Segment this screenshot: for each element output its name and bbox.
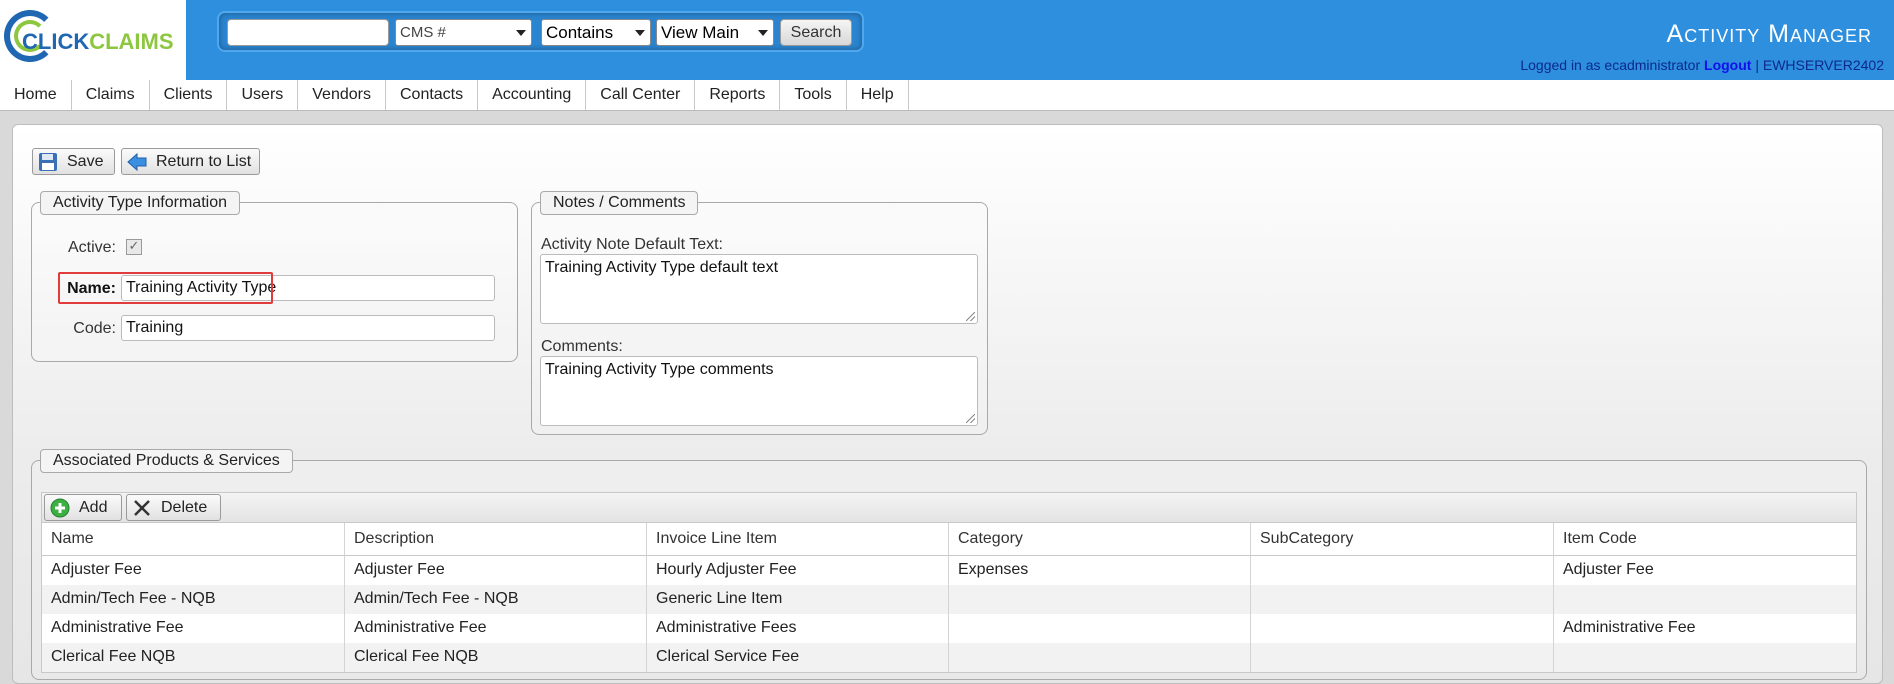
- resize-handle-icon[interactable]: [966, 312, 975, 321]
- code-label: Code:: [73, 320, 116, 337]
- comments-label: Comments:: [541, 338, 623, 355]
- clickclaims-logo[interactable]: CLICKCLAIMS: [0, 0, 186, 80]
- column-header-description[interactable]: Description: [345, 523, 647, 555]
- products-grid: Add Delete Name Description Invoice Line…: [41, 492, 1857, 673]
- nav-accounting[interactable]: Accounting: [478, 80, 587, 110]
- nav-help[interactable]: Help: [847, 80, 909, 110]
- search-match-value: Contains: [546, 23, 614, 42]
- cell-name: Adjuster Fee: [42, 556, 345, 585]
- login-status: Logged in as ecadministrator Logout | EW…: [1520, 57, 1884, 73]
- cell-invoice-line-item: Hourly Adjuster Fee: [647, 556, 949, 585]
- cell-name: Admin/Tech Fee - NQB: [42, 585, 345, 614]
- add-label: Add: [79, 499, 108, 516]
- nav-tools[interactable]: Tools: [780, 80, 847, 110]
- column-header-invoice-line-item[interactable]: Invoice Line Item: [647, 523, 949, 555]
- search-field-value: CMS #: [400, 24, 446, 41]
- code-field[interactable]: Training: [121, 315, 495, 341]
- page-title: Activity Manager: [1666, 20, 1872, 48]
- cell-description: Admin/Tech Fee - NQB: [345, 585, 647, 614]
- cell-category: Expenses: [949, 556, 1251, 585]
- column-header-subcategory[interactable]: SubCategory: [1251, 523, 1554, 555]
- nav-home[interactable]: Home: [0, 80, 72, 110]
- cell-subcategory: [1251, 585, 1554, 614]
- column-header-item-code[interactable]: Item Code: [1554, 523, 1856, 555]
- delete-label: Delete: [161, 499, 208, 516]
- default-text-value: Training Activity Type default text: [545, 259, 779, 276]
- products-legend: Associated Products & Services: [40, 449, 293, 473]
- app-header: CLICKCLAIMS CMS # Contains View Main Sea…: [0, 0, 1894, 80]
- table-row[interactable]: Admin/Tech Fee - NQB Admin/Tech Fee - NQ…: [42, 585, 1856, 614]
- login-separator: |: [1755, 57, 1759, 73]
- nav-claims[interactable]: Claims: [72, 80, 150, 110]
- activity-type-legend: Activity Type Information: [40, 191, 240, 215]
- table-row[interactable]: Administrative Fee Administrative Fee Ad…: [42, 614, 1856, 643]
- plus-circle-icon: [50, 498, 70, 518]
- grid-toolbar: Add Delete: [42, 493, 1856, 523]
- nav-users[interactable]: Users: [227, 80, 299, 110]
- nav-call-center[interactable]: Call Center: [586, 80, 696, 110]
- cell-invoice-line-item: Clerical Service Fee: [647, 643, 949, 672]
- cell-item-code: Adjuster Fee: [1563, 561, 1654, 578]
- nav-clients[interactable]: Clients: [150, 80, 228, 110]
- cell-item-code: Administrative Fee: [1563, 619, 1696, 636]
- cell-name: Administrative Fee: [42, 614, 345, 643]
- return-to-list-button[interactable]: Return to List: [121, 148, 260, 175]
- close-icon: [134, 500, 150, 516]
- active-checkbox[interactable]: ✓: [126, 239, 142, 255]
- grid-header: Name Description Invoice Line Item Categ…: [42, 523, 1856, 556]
- search-field-select[interactable]: CMS #: [395, 19, 532, 46]
- active-label: Active:: [67, 239, 116, 256]
- return-label: Return to List: [156, 153, 252, 170]
- search-view-value: View Main: [661, 23, 740, 42]
- nav-contacts[interactable]: Contacts: [386, 80, 479, 110]
- save-label: Save: [67, 153, 104, 170]
- chevron-down-icon: [516, 30, 526, 36]
- cell-subcategory: [1251, 614, 1554, 643]
- cell-description: Clerical Fee NQB: [345, 643, 647, 672]
- logged-in-user: Logged in as ecadministrator: [1520, 57, 1701, 73]
- delete-button[interactable]: Delete: [126, 494, 221, 521]
- cell-item-code: [1554, 643, 1856, 672]
- logout-link[interactable]: Logout: [1704, 57, 1751, 73]
- chevron-down-icon: [635, 30, 645, 36]
- default-text-area[interactable]: Training Activity Type default text: [540, 254, 978, 324]
- logo-text: CLICKCLAIMS: [22, 29, 174, 54]
- column-header-name[interactable]: Name: [42, 523, 345, 555]
- cell-subcategory: [1251, 643, 1554, 672]
- cell-description: Administrative Fee: [345, 614, 647, 643]
- search-button[interactable]: Search: [780, 19, 852, 46]
- nav-reports[interactable]: Reports: [695, 80, 781, 110]
- chevron-down-icon: [758, 30, 768, 36]
- comments-area[interactable]: Training Activity Type comments: [540, 356, 978, 426]
- nav-vendors[interactable]: Vendors: [298, 80, 386, 110]
- add-button[interactable]: Add: [44, 494, 122, 521]
- cell-invoice-line-item: Generic Line Item: [647, 585, 949, 614]
- cell-subcategory: [1251, 556, 1554, 585]
- cell-category: [949, 643, 1251, 672]
- save-button[interactable]: Save: [32, 148, 115, 175]
- server-name: EWHSERVER2402: [1762, 57, 1884, 73]
- search-input[interactable]: [227, 19, 389, 46]
- column-header-category[interactable]: Category: [949, 523, 1251, 555]
- cell-item-code: [1554, 585, 1856, 614]
- arrow-left-icon: [127, 152, 147, 172]
- cell-name: Clerical Fee NQB: [42, 643, 345, 672]
- cell-invoice-line-item: Administrative Fees: [647, 614, 949, 643]
- floppy-disk-icon: [39, 153, 57, 171]
- search-view-select[interactable]: View Main: [656, 19, 774, 46]
- cell-category: [949, 614, 1251, 643]
- main-nav: Home Claims Clients Users Vendors Contac…: [0, 80, 1894, 111]
- comments-value: Training Activity Type comments: [545, 361, 774, 378]
- notes-legend: Notes / Comments: [540, 191, 699, 215]
- table-row[interactable]: Adjuster Fee Adjuster Fee Hourly Adjuste…: [42, 556, 1856, 585]
- table-row[interactable]: Clerical Fee NQB Clerical Fee NQB Cleric…: [42, 643, 1856, 672]
- cell-category: [949, 585, 1251, 614]
- search-match-select[interactable]: Contains: [541, 19, 651, 46]
- name-highlight-box: [58, 272, 273, 304]
- search-bar: CMS # Contains View Main Search: [217, 11, 864, 52]
- default-text-label: Activity Note Default Text:: [541, 236, 723, 253]
- resize-handle-icon[interactable]: [966, 414, 975, 423]
- cell-description: Adjuster Fee: [345, 556, 647, 585]
